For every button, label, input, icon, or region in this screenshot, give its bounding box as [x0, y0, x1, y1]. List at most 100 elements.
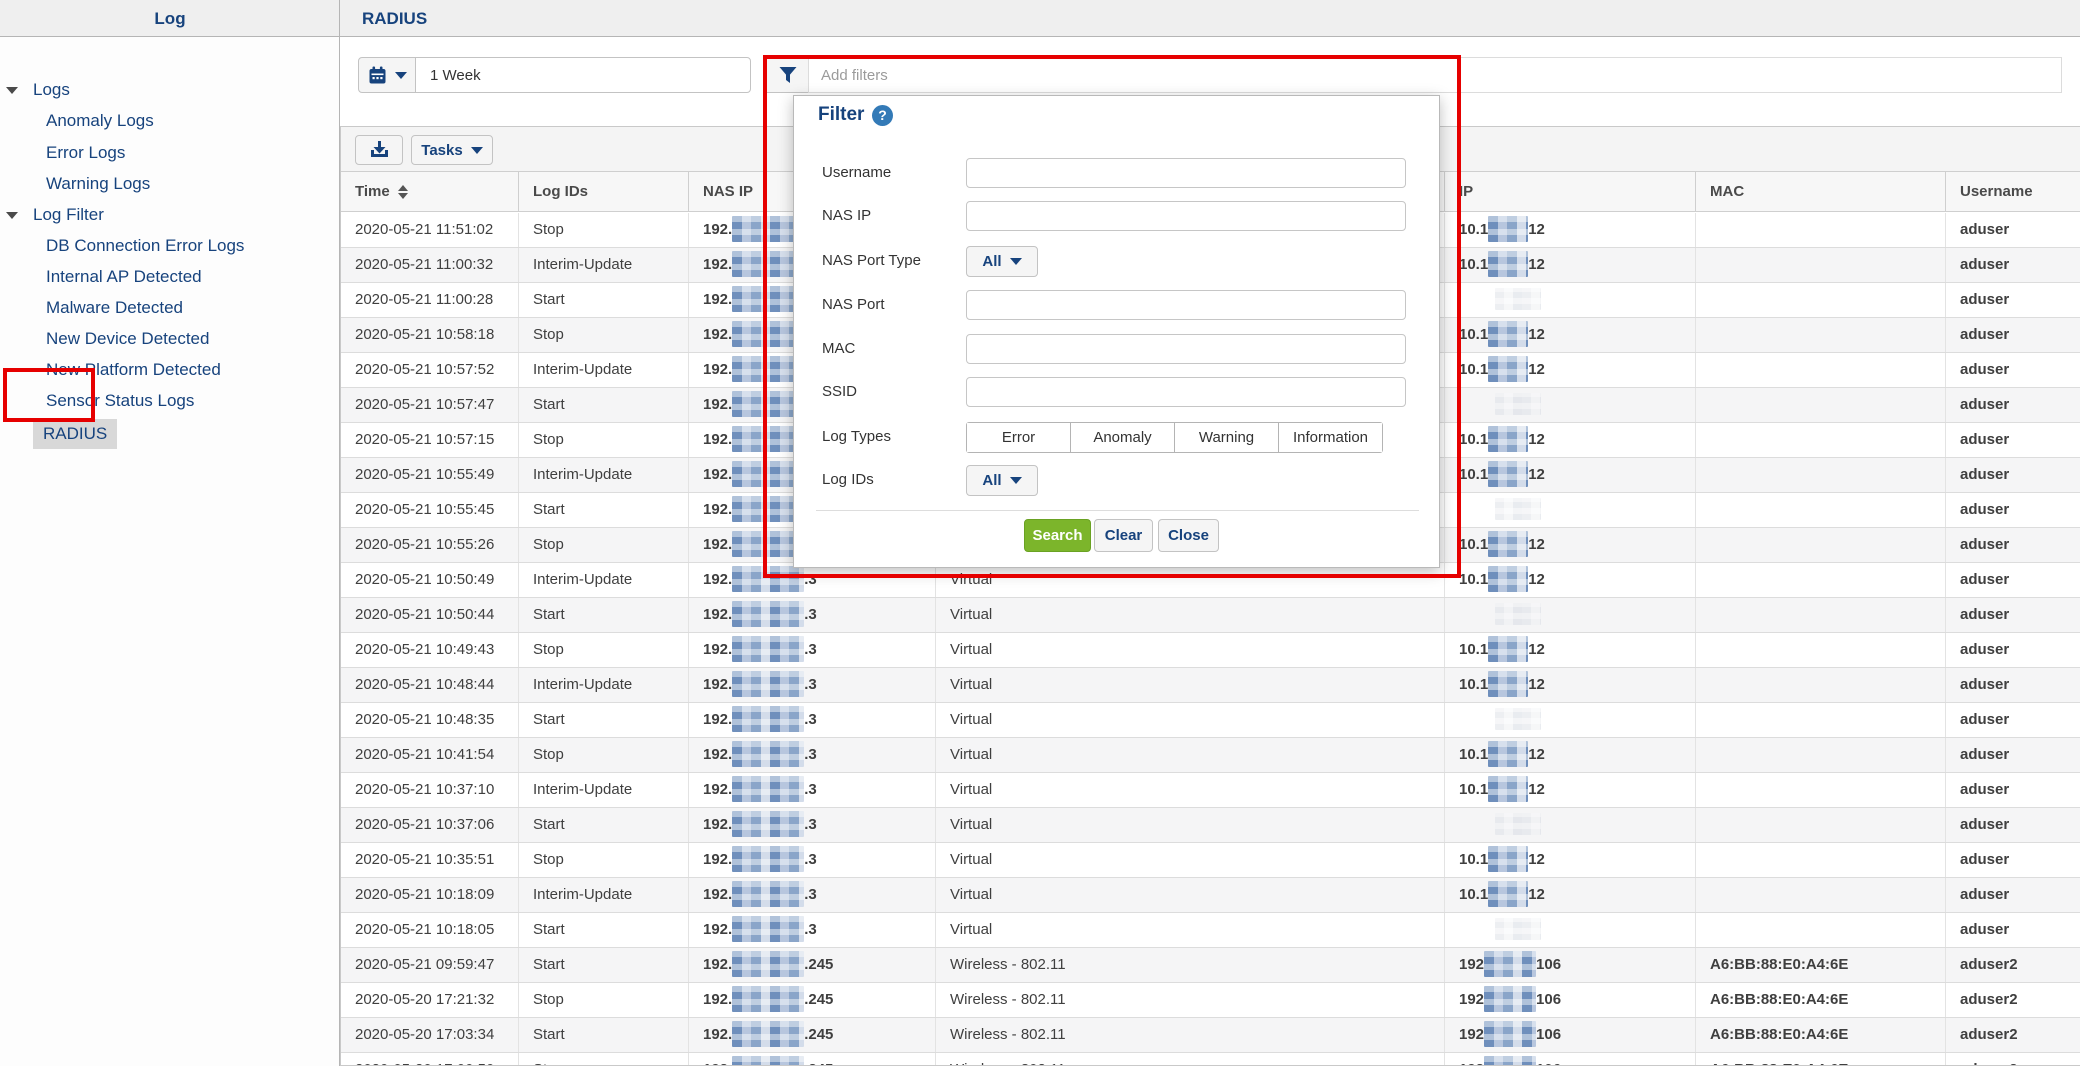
column-header-username[interactable]: Username: [1946, 172, 2080, 211]
cell-ip[interactable]: [1445, 388, 1696, 422]
cell-mac[interactable]: [1696, 318, 1946, 352]
tree-expander-icon[interactable]: [6, 212, 18, 219]
cell-nas-ip[interactable]: 192..3: [689, 738, 936, 772]
tasks-dropdown-button[interactable]: Tasks: [411, 135, 493, 165]
sidebar-item-new-platform-detected[interactable]: New Platform Detected: [46, 355, 221, 385]
table-row[interactable]: 2020-05-21 10:37:06Start192..3Virtualadu…: [341, 808, 2080, 843]
cell-mac[interactable]: [1696, 913, 1946, 947]
cell-ip[interactable]: [1445, 493, 1696, 527]
cell-username[interactable]: aduser: [1946, 738, 2080, 772]
cell-mac[interactable]: A6:BB:88:E0:A4:6E: [1696, 983, 1946, 1017]
cell-mac[interactable]: [1696, 388, 1946, 422]
table-row[interactable]: 2020-05-20 17:00:50Stop192..245Wireless …: [341, 1053, 2080, 1066]
table-row[interactable]: 2020-05-21 10:50:49Interim-Update192..3V…: [341, 563, 2080, 598]
cell-nas-ip[interactable]: 192..3: [689, 563, 936, 597]
log-type-button-error[interactable]: Error: [967, 423, 1071, 452]
ssid-field[interactable]: [966, 377, 1406, 407]
cell-ip[interactable]: 10.112: [1445, 353, 1696, 387]
log-type-button-anomaly[interactable]: Anomaly: [1071, 423, 1175, 452]
search-button[interactable]: Search: [1024, 519, 1091, 552]
cell-ip[interactable]: 10.112: [1445, 633, 1696, 667]
cell-username[interactable]: aduser: [1946, 808, 2080, 842]
sidebar-item-new-device-detected[interactable]: New Device Detected: [46, 324, 209, 354]
cell-mac[interactable]: [1696, 423, 1946, 457]
cell-ip[interactable]: 10.112: [1445, 423, 1696, 457]
help-icon[interactable]: ?: [872, 105, 893, 126]
cell-username[interactable]: aduser: [1946, 773, 2080, 807]
cell-username[interactable]: aduser: [1946, 878, 2080, 912]
table-row[interactable]: 2020-05-20 17:03:34Start192..245Wireless…: [341, 1018, 2080, 1053]
cell-mac[interactable]: [1696, 213, 1946, 247]
sidebar-item-internal-ap-detected[interactable]: Internal AP Detected: [46, 262, 202, 292]
cell-mac[interactable]: [1696, 283, 1946, 317]
cell-nas-ip[interactable]: 192..3: [689, 913, 936, 947]
cell-ip[interactable]: 10.112: [1445, 213, 1696, 247]
cell-nas-ip[interactable]: 192..245: [689, 1018, 936, 1052]
sidebar-item-sensor-status-logs[interactable]: Sensor Status Logs: [46, 386, 194, 416]
cell-username[interactable]: aduser: [1946, 283, 2080, 317]
nas-ip-field[interactable]: [966, 201, 1406, 231]
cell-username[interactable]: aduser: [1946, 563, 2080, 597]
cell-mac[interactable]: A6:BB:88:E0:A4:6E: [1696, 948, 1946, 982]
cell-nas-ip[interactable]: 192..3: [689, 808, 936, 842]
nas-port-type-dropdown[interactable]: All: [966, 246, 1038, 277]
cell-ip[interactable]: 10.112: [1445, 458, 1696, 492]
table-row[interactable]: 2020-05-21 10:35:51Stop192..3Virtual10.1…: [341, 843, 2080, 878]
cell-ip[interactable]: 10.112: [1445, 668, 1696, 702]
cell-mac[interactable]: [1696, 248, 1946, 282]
cell-ip[interactable]: [1445, 703, 1696, 737]
sidebar-item-error-logs[interactable]: Error Logs: [46, 138, 125, 168]
table-row[interactable]: 2020-05-21 10:48:35Start192..3Virtualadu…: [341, 703, 2080, 738]
table-row[interactable]: 2020-05-21 10:48:44Interim-Update192..3V…: [341, 668, 2080, 703]
sidebar-item-db-connection-error-logs[interactable]: DB Connection Error Logs: [46, 231, 244, 261]
sidebar-item-anomaly-logs[interactable]: Anomaly Logs: [46, 106, 154, 136]
cell-username[interactable]: aduser: [1946, 318, 2080, 352]
cell-nas-ip[interactable]: 192..3: [689, 598, 936, 632]
cell-ip[interactable]: 192106: [1445, 1018, 1696, 1052]
cell-mac[interactable]: [1696, 773, 1946, 807]
cell-nas-ip[interactable]: 192..3: [689, 633, 936, 667]
column-header-time[interactable]: Time: [341, 172, 519, 211]
cell-ip[interactable]: 10.112: [1445, 843, 1696, 877]
cell-username[interactable]: aduser: [1946, 353, 2080, 387]
cell-mac[interactable]: [1696, 633, 1946, 667]
cell-username[interactable]: aduser: [1946, 843, 2080, 877]
filter-button[interactable]: [766, 57, 808, 93]
table-row[interactable]: 2020-05-21 10:18:09Interim-Update192..3V…: [341, 878, 2080, 913]
cell-username[interactable]: aduser: [1946, 388, 2080, 422]
cell-ip[interactable]: 10.112: [1445, 878, 1696, 912]
cell-username[interactable]: aduser: [1946, 633, 2080, 667]
cell-nas-ip[interactable]: 192..3: [689, 668, 936, 702]
cell-mac[interactable]: [1696, 598, 1946, 632]
tree-expander-icon[interactable]: [6, 87, 18, 94]
cell-ip[interactable]: 10.112: [1445, 248, 1696, 282]
cell-ip[interactable]: 10.112: [1445, 773, 1696, 807]
cell-mac[interactable]: [1696, 808, 1946, 842]
cell-mac[interactable]: A6:BB:88:E0:A4:6E: [1696, 1053, 1946, 1066]
log-ids-dropdown[interactable]: All: [966, 465, 1038, 496]
table-row[interactable]: 2020-05-21 10:18:05Start192..3Virtualadu…: [341, 913, 2080, 948]
cell-mac[interactable]: [1696, 843, 1946, 877]
cell-username[interactable]: aduser: [1946, 248, 2080, 282]
nas-port-field[interactable]: [966, 290, 1406, 320]
cell-mac[interactable]: [1696, 528, 1946, 562]
cell-ip[interactable]: 10.112: [1445, 738, 1696, 772]
cell-username[interactable]: aduser: [1946, 668, 2080, 702]
sidebar-item-radius[interactable]: RADIUS: [33, 419, 117, 449]
date-range-button[interactable]: [358, 57, 416, 93]
cell-username[interactable]: aduser: [1946, 598, 2080, 632]
log-type-button-information[interactable]: Information: [1279, 423, 1382, 452]
cell-ip[interactable]: 10.112: [1445, 318, 1696, 352]
cell-mac[interactable]: [1696, 703, 1946, 737]
cell-ip[interactable]: 192106: [1445, 983, 1696, 1017]
sidebar-item-warning-logs[interactable]: Warning Logs: [46, 169, 150, 199]
table-row[interactable]: 2020-05-20 17:21:32Stop192..245Wireless …: [341, 983, 2080, 1018]
cell-ip[interactable]: [1445, 808, 1696, 842]
cell-mac[interactable]: [1696, 563, 1946, 597]
add-filters-input[interactable]: [808, 57, 2062, 93]
cell-nas-ip[interactable]: 192..245: [689, 983, 936, 1017]
cell-ip[interactable]: 192106: [1445, 1053, 1696, 1066]
cell-mac[interactable]: [1696, 458, 1946, 492]
cell-nas-ip[interactable]: 192..3: [689, 878, 936, 912]
cell-username[interactable]: aduser2: [1946, 1053, 2080, 1066]
